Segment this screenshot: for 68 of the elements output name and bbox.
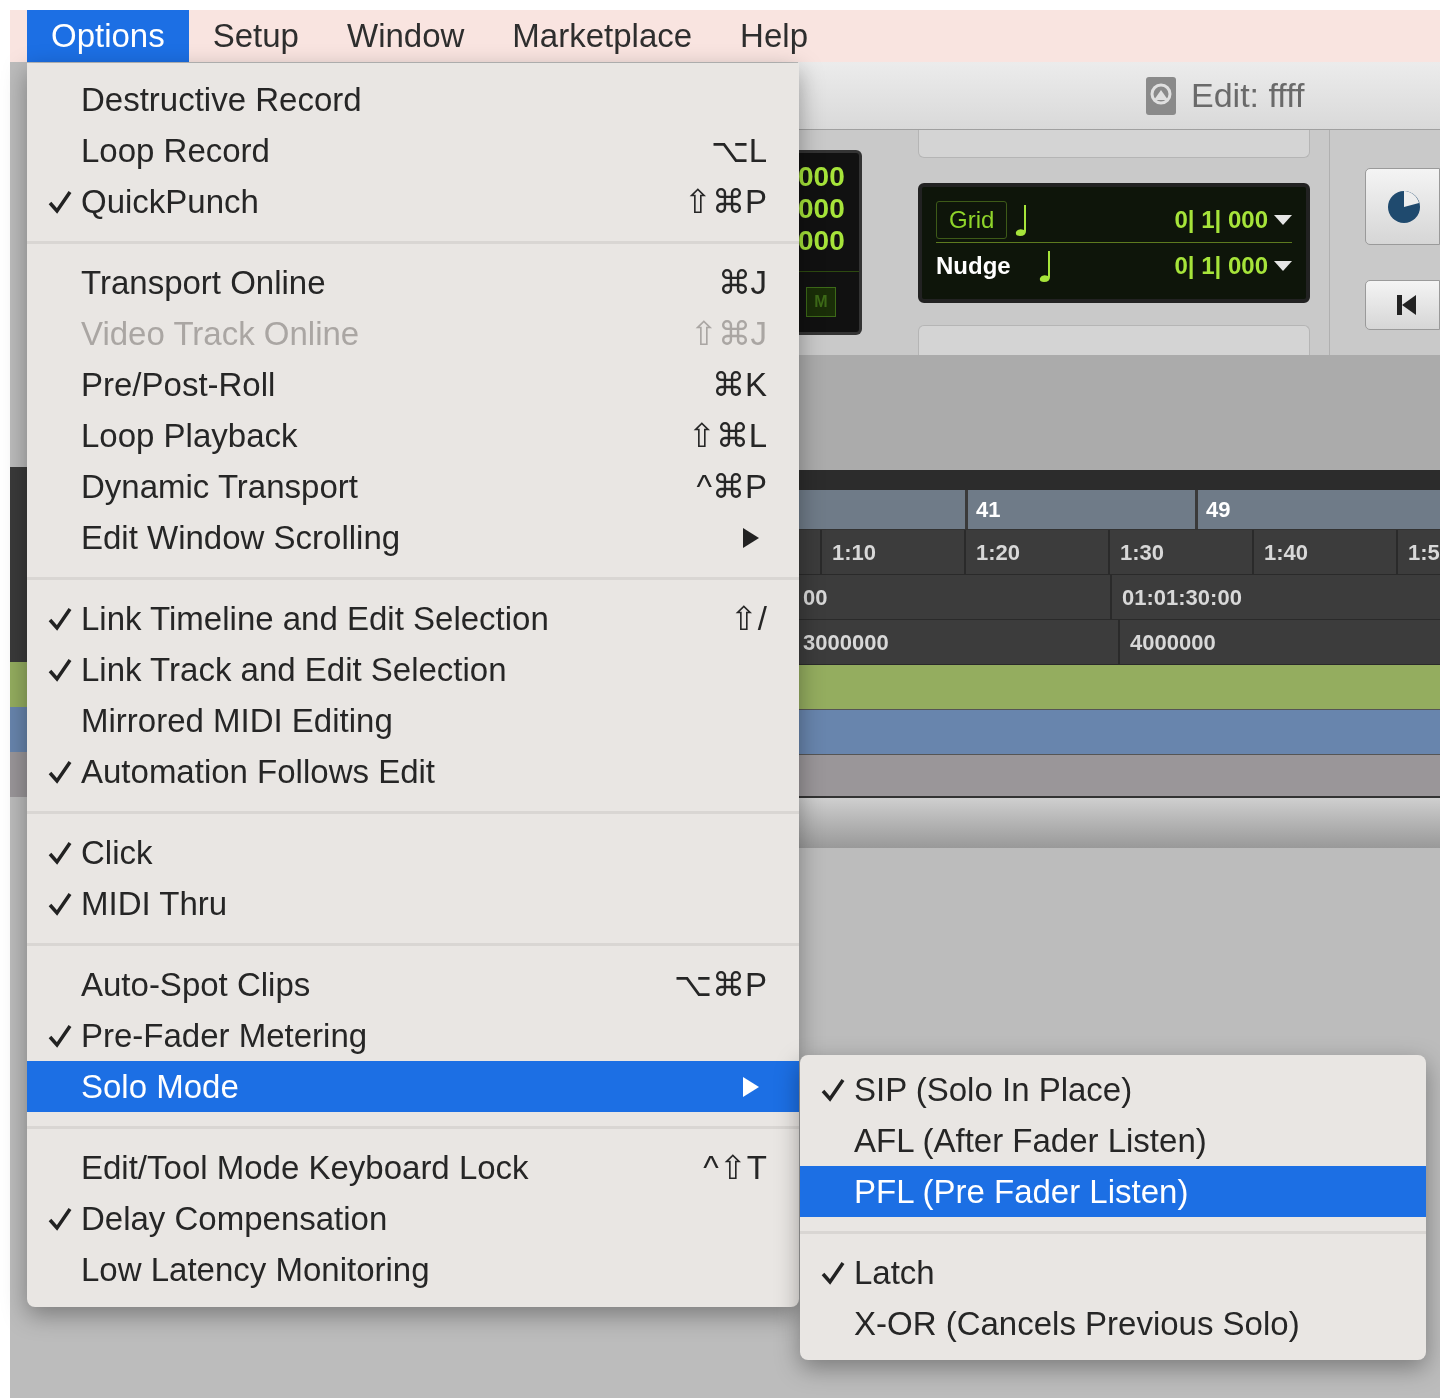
timecode-label: 00: [803, 583, 828, 612]
menu-item[interactable]: X-OR (Cancels Previous Solo): [800, 1298, 1426, 1349]
menu-item[interactable]: Click: [27, 827, 799, 878]
counter-value: 000: [798, 225, 846, 257]
window-title: Edit: ffff: [1191, 75, 1305, 116]
submenu-arrow-icon: [741, 1074, 761, 1099]
time-label: 1:40: [1264, 538, 1309, 567]
menu-item[interactable]: Link Timeline and Edit Selection ⇧/: [27, 593, 799, 644]
shortcut: ⇧⌘P: [684, 181, 767, 222]
clock-button[interactable]: [1365, 168, 1440, 245]
grid-mode-button[interactable]: Grid: [936, 200, 1008, 239]
menu-item[interactable]: Loop Record ⌥L: [27, 125, 799, 176]
menu-item[interactable]: Edit Window Scrolling: [27, 512, 799, 563]
shortcut: ⌥L: [710, 130, 767, 171]
counter-value: 000: [798, 193, 846, 225]
menu-item[interactable]: QuickPunch ⇧⌘P: [27, 176, 799, 227]
bar-number: 41: [976, 496, 1001, 524]
menu-item[interactable]: Mirrored MIDI Editing: [27, 695, 799, 746]
menu-item[interactable]: Pre/Post-Roll ⌘K: [27, 359, 799, 410]
shortcut: ⌘J: [717, 262, 767, 303]
menu-item[interactable]: Transport Online ⌘J: [27, 257, 799, 308]
menu-item[interactable]: Pre-Fader Metering: [27, 1010, 799, 1061]
submenu-arrow-icon: [741, 525, 761, 550]
menu-item[interactable]: Auto-Spot Clips ⌥⌘P: [27, 959, 799, 1010]
menu-item[interactable]: AFL (After Fader Listen): [800, 1115, 1426, 1166]
time-label: 1:5: [1408, 538, 1440, 567]
menu-item[interactable]: Automation Follows Edit: [27, 746, 799, 797]
menu-bar-item[interactable]: Marketplace: [488, 10, 717, 62]
menu-item[interactable]: Latch: [800, 1247, 1426, 1298]
menu-item[interactable]: Edit/Tool Mode Keyboard Lock ^⇧T: [27, 1142, 799, 1193]
shortcut: ⇧/: [729, 598, 767, 639]
samples-label: 3000000: [803, 628, 889, 657]
shortcut: ^⇧T: [703, 1147, 767, 1188]
caret-icon: [1274, 214, 1292, 225]
shortcut: ^⌘P: [696, 466, 767, 507]
samples-label: 4000000: [1130, 628, 1216, 657]
timecode-label: 01:01:30:00: [1122, 583, 1242, 612]
menu-item[interactable]: Solo Mode: [27, 1061, 799, 1112]
menu-item[interactable]: Loop Playback ⇧⌘L: [27, 410, 799, 461]
menu-item[interactable]: Destructive Record: [27, 74, 799, 125]
rewind-button[interactable]: [1365, 280, 1440, 330]
nudge-value[interactable]: 0| 1| 000: [1174, 248, 1268, 284]
shortcut: ⌥⌘P: [674, 964, 767, 1005]
menu-bar-item[interactable]: Help: [716, 10, 832, 62]
grid-value[interactable]: 0| 1| 000: [1174, 201, 1268, 238]
shortcut: ⇧⌘J: [689, 313, 767, 354]
menu-bar-item[interactable]: Window: [323, 10, 489, 62]
menu-bar-item[interactable]: Setup: [188, 10, 323, 62]
counter-value: 000: [798, 161, 846, 193]
menu-item[interactable]: Link Track and Edit Selection: [27, 644, 799, 695]
pie-icon: [1386, 188, 1422, 225]
caret-icon: [1274, 261, 1292, 271]
document-icon: [1145, 75, 1177, 116]
menu-item[interactable]: MIDI Thru: [27, 878, 799, 929]
time-label: 1:30: [1120, 538, 1165, 567]
shortcut: ⇧⌘L: [687, 415, 767, 456]
time-label: 1:20: [976, 538, 1021, 567]
nudge-label: Nudge: [936, 251, 1011, 281]
menu-item[interactable]: Delay Compensation: [27, 1193, 799, 1244]
shortcut: ⌘K: [712, 364, 767, 405]
menu-bar-item[interactable]: Options: [27, 10, 189, 62]
menu-item[interactable]: Dynamic Transport ^⌘P: [27, 461, 799, 512]
time-label: 1:10: [832, 538, 877, 567]
menu-item[interactable]: PFL (Pre Fader Listen): [800, 1166, 1426, 1217]
menu-item[interactable]: SIP (Solo In Place): [800, 1064, 1426, 1115]
skip-back-icon: [1396, 293, 1418, 317]
bar-number: 49: [1206, 496, 1231, 524]
menu-item[interactable]: Low Latency Monitoring: [27, 1244, 799, 1295]
